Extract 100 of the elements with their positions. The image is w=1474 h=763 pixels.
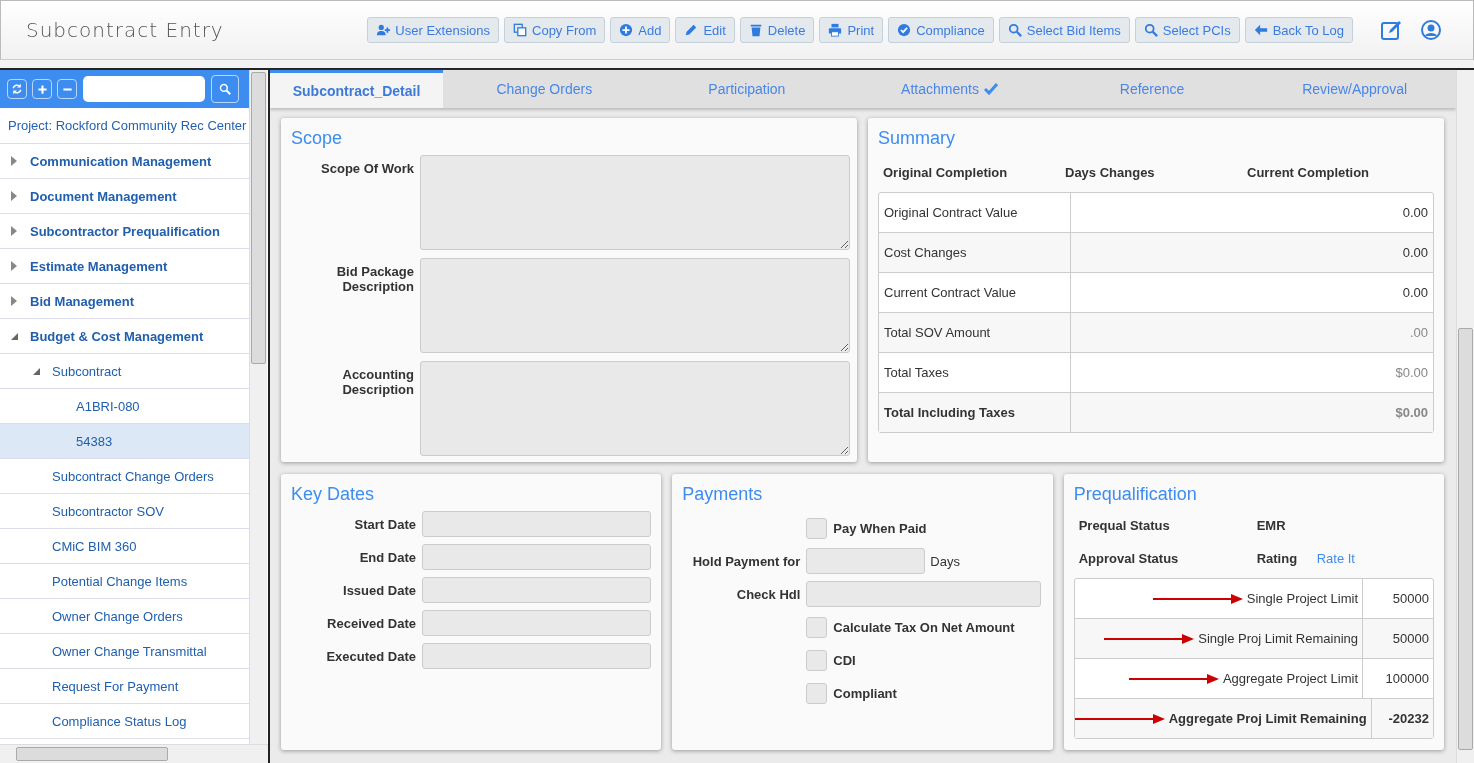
text-area[interactable]	[420, 155, 850, 250]
field-label: Scope Of Work	[320, 160, 414, 178]
page-title: Subcontract Entry	[26, 18, 225, 42]
checkbox[interactable]	[806, 682, 828, 704]
expanded-triangle-icon[interactable]	[31, 366, 41, 376]
toolbar-button[interactable]: Delete	[739, 17, 815, 43]
date-field[interactable]	[422, 577, 652, 603]
row-label: Aggregate Proj Limit Remaining	[1168, 711, 1367, 726]
collapsed-triangle-icon[interactable]	[9, 296, 19, 306]
expanded-triangle-icon[interactable]	[9, 331, 19, 341]
checkbox-label: Calculate Tax On Net Amount	[833, 619, 1015, 635]
column-label: Current Completion	[1247, 165, 1370, 180]
refresh-button[interactable]	[7, 79, 27, 99]
field-label: Executed Date	[325, 648, 416, 666]
panel-title: Prequalification	[1073, 484, 1198, 505]
vertical-scrollbar[interactable]	[249, 70, 267, 744]
amount-value: .00	[1409, 325, 1428, 340]
search-icon	[219, 83, 231, 95]
search-icon	[1143, 23, 1158, 37]
field-label: EMR	[1256, 518, 1287, 533]
edit-icon[interactable]	[1381, 20, 1403, 40]
checkbox[interactable]	[806, 517, 828, 539]
tab[interactable]: Review/Approval	[1253, 70, 1456, 108]
tab[interactable]: Participation	[645, 70, 849, 108]
user-icon[interactable]	[1421, 20, 1441, 40]
row-label: Aggregate Project Limit	[1222, 671, 1358, 686]
rate-link[interactable]: Rate It	[1316, 551, 1429, 566]
row-label: Cost Changes	[884, 245, 967, 260]
collapsed-triangle-icon[interactable]	[9, 261, 19, 271]
field-label: End Date	[358, 549, 416, 567]
amount-value: 0.00	[1402, 205, 1428, 220]
toolbar-button[interactable]: Edit	[675, 17, 735, 43]
limit-value: 100000	[1385, 671, 1429, 686]
text-area[interactable]	[420, 361, 850, 456]
search-field[interactable]	[83, 76, 205, 102]
text-area[interactable]	[420, 258, 850, 353]
column-label: Original Completion	[883, 165, 1008, 180]
panel-title: Summary	[878, 128, 956, 149]
amount-value: $0.00	[1395, 405, 1428, 420]
field-label: Hold Payment for	[691, 553, 801, 569]
tab[interactable]: Subcontract_Detail	[270, 70, 443, 108]
tab[interactable]: Attachments	[848, 70, 1051, 108]
refresh-icon	[11, 83, 23, 95]
field-label: Prequal Status	[1078, 518, 1171, 533]
add-icon	[619, 23, 634, 37]
collapse-all-button[interactable]	[57, 79, 77, 99]
date-field[interactable]	[422, 643, 652, 669]
toolbar-button[interactable]: Add	[610, 17, 671, 43]
print-icon	[828, 23, 843, 37]
expand-all-button[interactable]	[32, 79, 52, 99]
amount-value: 0.00	[1402, 245, 1428, 260]
field-label: Approval Status	[1078, 551, 1180, 566]
toolbar-button[interactable]: Print	[819, 17, 884, 43]
collapsed-triangle-icon[interactable]	[9, 226, 19, 236]
field-label: Accounting Description	[341, 366, 414, 399]
search-button[interactable]	[211, 75, 239, 103]
toolbar-button[interactable]: Select Bid Items	[998, 17, 1130, 43]
panel-title: Key Dates	[291, 484, 376, 505]
unit-label: Days	[930, 553, 960, 569]
row-label: Current Contract Value	[884, 285, 1016, 300]
plus-icon	[36, 83, 48, 95]
amount-value: $0.00	[1395, 365, 1428, 380]
field-label: Rating	[1256, 551, 1299, 566]
checkbox[interactable]	[806, 649, 828, 671]
field-label: Bid Package Description	[335, 263, 414, 296]
row-label: Original Contract Value	[884, 205, 1018, 220]
field-label: Start Date	[353, 516, 416, 534]
panel-title: Scope	[291, 128, 344, 149]
row-label: Single Proj Limit Remaining	[1198, 631, 1358, 646]
input-field[interactable]	[806, 581, 1042, 607]
toolbar-button[interactable]: Back To Log	[1244, 17, 1353, 43]
date-field[interactable]	[422, 544, 652, 570]
limit-value: 50000	[1392, 631, 1429, 646]
row-label: Total Including Taxes	[884, 405, 1015, 420]
date-field[interactable]	[422, 511, 652, 537]
tree-item[interactable]: 54383	[0, 424, 249, 459]
limit-value: -20232	[1388, 711, 1429, 726]
horizontal-scrollbar[interactable]	[0, 744, 268, 763]
panel-title: Payments	[682, 484, 764, 505]
edit-icon	[684, 23, 699, 37]
checkbox[interactable]	[806, 616, 828, 638]
collapsed-triangle-icon[interactable]	[9, 156, 19, 166]
delete-icon	[748, 23, 763, 37]
copy-icon	[513, 23, 527, 37]
field-label: Received Date	[326, 615, 416, 633]
user-add-icon	[376, 23, 391, 37]
tab[interactable]: Change Orders	[443, 70, 646, 108]
checkbox-label: Pay When Paid	[833, 520, 927, 536]
row-label: Single Project Limit	[1246, 591, 1358, 606]
date-field[interactable]	[422, 610, 652, 636]
checkbox-label: Compliant	[833, 685, 897, 701]
input-field[interactable]	[806, 548, 926, 574]
collapsed-triangle-icon[interactable]	[9, 191, 19, 201]
toolbar-button[interactable]: User Extensions	[367, 17, 499, 43]
vertical-scrollbar[interactable]	[1456, 70, 1474, 763]
tab[interactable]: Reference	[1050, 70, 1254, 108]
limit-value: 50000	[1392, 591, 1429, 606]
toolbar-button[interactable]: Compliance	[888, 17, 994, 43]
toolbar-button[interactable]: Copy From	[504, 17, 606, 43]
toolbar-button[interactable]: Select PCIs	[1134, 17, 1240, 43]
